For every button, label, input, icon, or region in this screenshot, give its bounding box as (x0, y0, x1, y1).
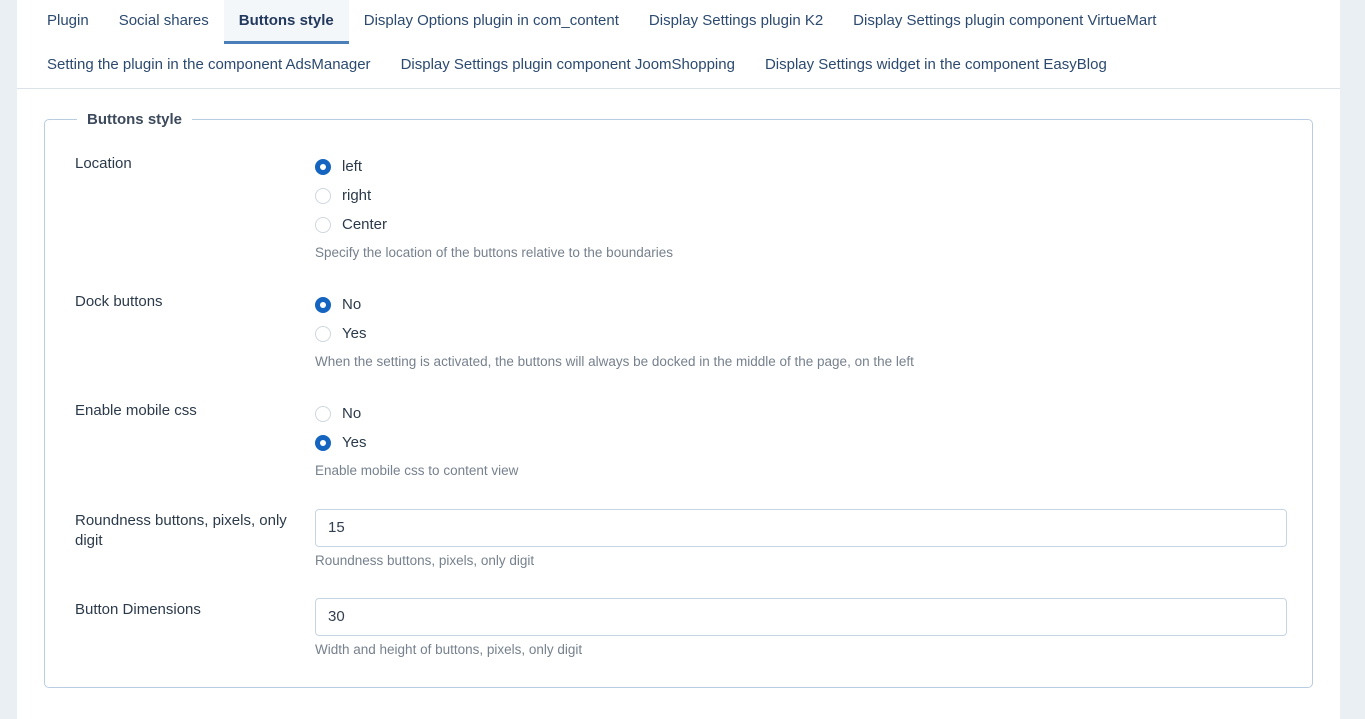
tab-label: Plugin (47, 12, 89, 29)
field-roundness-buttons: Roundness buttons, pixels, only digit Ro… (75, 508, 1287, 570)
radio-label[interactable]: Center (342, 217, 387, 232)
field-help-button-dimensions: Width and height of buttons, pixels, onl… (315, 641, 583, 657)
tab-label: Display Options plugin in com_content (363, 12, 619, 29)
field-label-dock-buttons: Dock buttons (75, 293, 163, 311)
tab-adsmanager[interactable]: Setting the plugin in the component AdsM… (32, 44, 386, 88)
radio-option-dock-buttons-no[interactable]: No (315, 290, 1282, 319)
tab-display-settings-virtuemart[interactable]: Display Settings plugin component Virtue… (838, 0, 1171, 44)
tab-label: Display Settings plugin component JoomSh… (400, 56, 735, 73)
tab-label: Social shares (118, 12, 209, 29)
field-control-enable-mobile-css: No Yes Enable mobile css to content view (315, 399, 1282, 480)
radio-option-enable-mobile-css-yes[interactable]: Yes (315, 428, 1282, 457)
tab-row-primary: Plugin Social shares Buttons style Displ… (17, 0, 1340, 44)
field-help-enable-mobile-css: Enable mobile css to content view (315, 463, 519, 479)
radio-option-location-center[interactable]: Center (315, 210, 1282, 239)
radio-option-location-right[interactable]: right (315, 181, 1282, 210)
tab-joomshopping[interactable]: Display Settings plugin component JoomSh… (386, 44, 750, 88)
field-dock-buttons: Dock buttons No Yes When the setting is … (75, 290, 1282, 371)
tab-social-shares[interactable]: Social shares (104, 0, 224, 44)
radio-icon[interactable] (315, 434, 331, 451)
tab-display-settings-k2[interactable]: Display Settings plugin K2 (634, 0, 838, 44)
tab-label: Display Settings widget in the component… (764, 56, 1107, 73)
field-control-dock-buttons: No Yes When the setting is activated, th… (315, 290, 1282, 371)
radio-icon[interactable] (315, 158, 331, 175)
radio-option-location-left[interactable]: left (315, 152, 1282, 181)
field-control-button-dimensions: Width and height of buttons, pixels, onl… (315, 597, 1287, 659)
field-enable-mobile-css: Enable mobile css No Yes Enable mobile c… (75, 399, 1282, 480)
radio-label[interactable]: Yes (342, 326, 366, 341)
radio-option-dock-buttons-yes[interactable]: Yes (315, 319, 1282, 348)
tab-label: Buttons style (238, 12, 334, 29)
tab-easyblog[interactable]: Display Settings widget in the component… (750, 44, 1122, 88)
radio-label[interactable]: left (342, 159, 362, 174)
radio-label[interactable]: No (342, 297, 361, 312)
radio-icon[interactable] (315, 296, 331, 313)
buttons-style-fieldset: Buttons style Location left right Center… (44, 111, 1313, 689)
field-control-location: left right Center Specify the location o… (315, 152, 1282, 262)
fieldset-legend: Buttons style (87, 111, 183, 128)
radio-icon[interactable] (315, 325, 331, 342)
radio-icon[interactable] (315, 216, 331, 233)
tab-display-options-com-content[interactable]: Display Options plugin in com_content (349, 0, 634, 44)
tab-row-secondary: Setting the plugin in the component AdsM… (17, 44, 1340, 88)
radio-icon[interactable] (315, 187, 331, 204)
field-help-roundness-buttons: Roundness buttons, pixels, only digit (315, 552, 535, 568)
tab-label: Setting the plugin in the component AdsM… (47, 56, 371, 73)
tab-bar: Plugin Social shares Buttons style Displ… (17, 0, 1340, 89)
radio-label[interactable]: Yes (342, 435, 366, 450)
tab-label: Display Settings plugin component Virtue… (853, 12, 1157, 29)
button-dimensions-input[interactable] (315, 597, 1287, 636)
radio-option-enable-mobile-css-no[interactable]: No (315, 399, 1282, 428)
field-label-roundness-buttons: Roundness buttons, pixels, only digit (75, 511, 287, 549)
field-help-dock-buttons: When the setting is activated, the butto… (315, 354, 914, 370)
radio-label[interactable]: No (342, 406, 361, 421)
fieldset-body: Location left right Center Specify the l… (45, 128, 1312, 659)
roundness-buttons-input[interactable] (315, 508, 1287, 547)
radio-label[interactable]: right (342, 188, 371, 203)
field-label-button-dimensions: Button Dimensions (75, 600, 201, 618)
tab-label: Display Settings plugin K2 (648, 12, 824, 29)
radio-icon[interactable] (315, 405, 331, 422)
settings-page: Plugin Social shares Buttons style Displ… (17, 0, 1340, 719)
tab-buttons-style[interactable]: Buttons style (223, 0, 349, 44)
tab-plugin[interactable]: Plugin (32, 0, 104, 44)
field-button-dimensions: Button Dimensions Width and height of bu… (75, 597, 1287, 659)
field-location: Location left right Center Specify the l… (75, 152, 1282, 262)
field-label-enable-mobile-css: Enable mobile css (75, 402, 197, 420)
field-help-location: Specify the location of the buttons rela… (315, 245, 673, 260)
field-control-roundness-buttons: Roundness buttons, pixels, only digit (315, 508, 1287, 570)
field-label-location: Location (75, 155, 132, 172)
tab-panel-buttons-style: Buttons style Location left right Center… (17, 89, 1340, 689)
